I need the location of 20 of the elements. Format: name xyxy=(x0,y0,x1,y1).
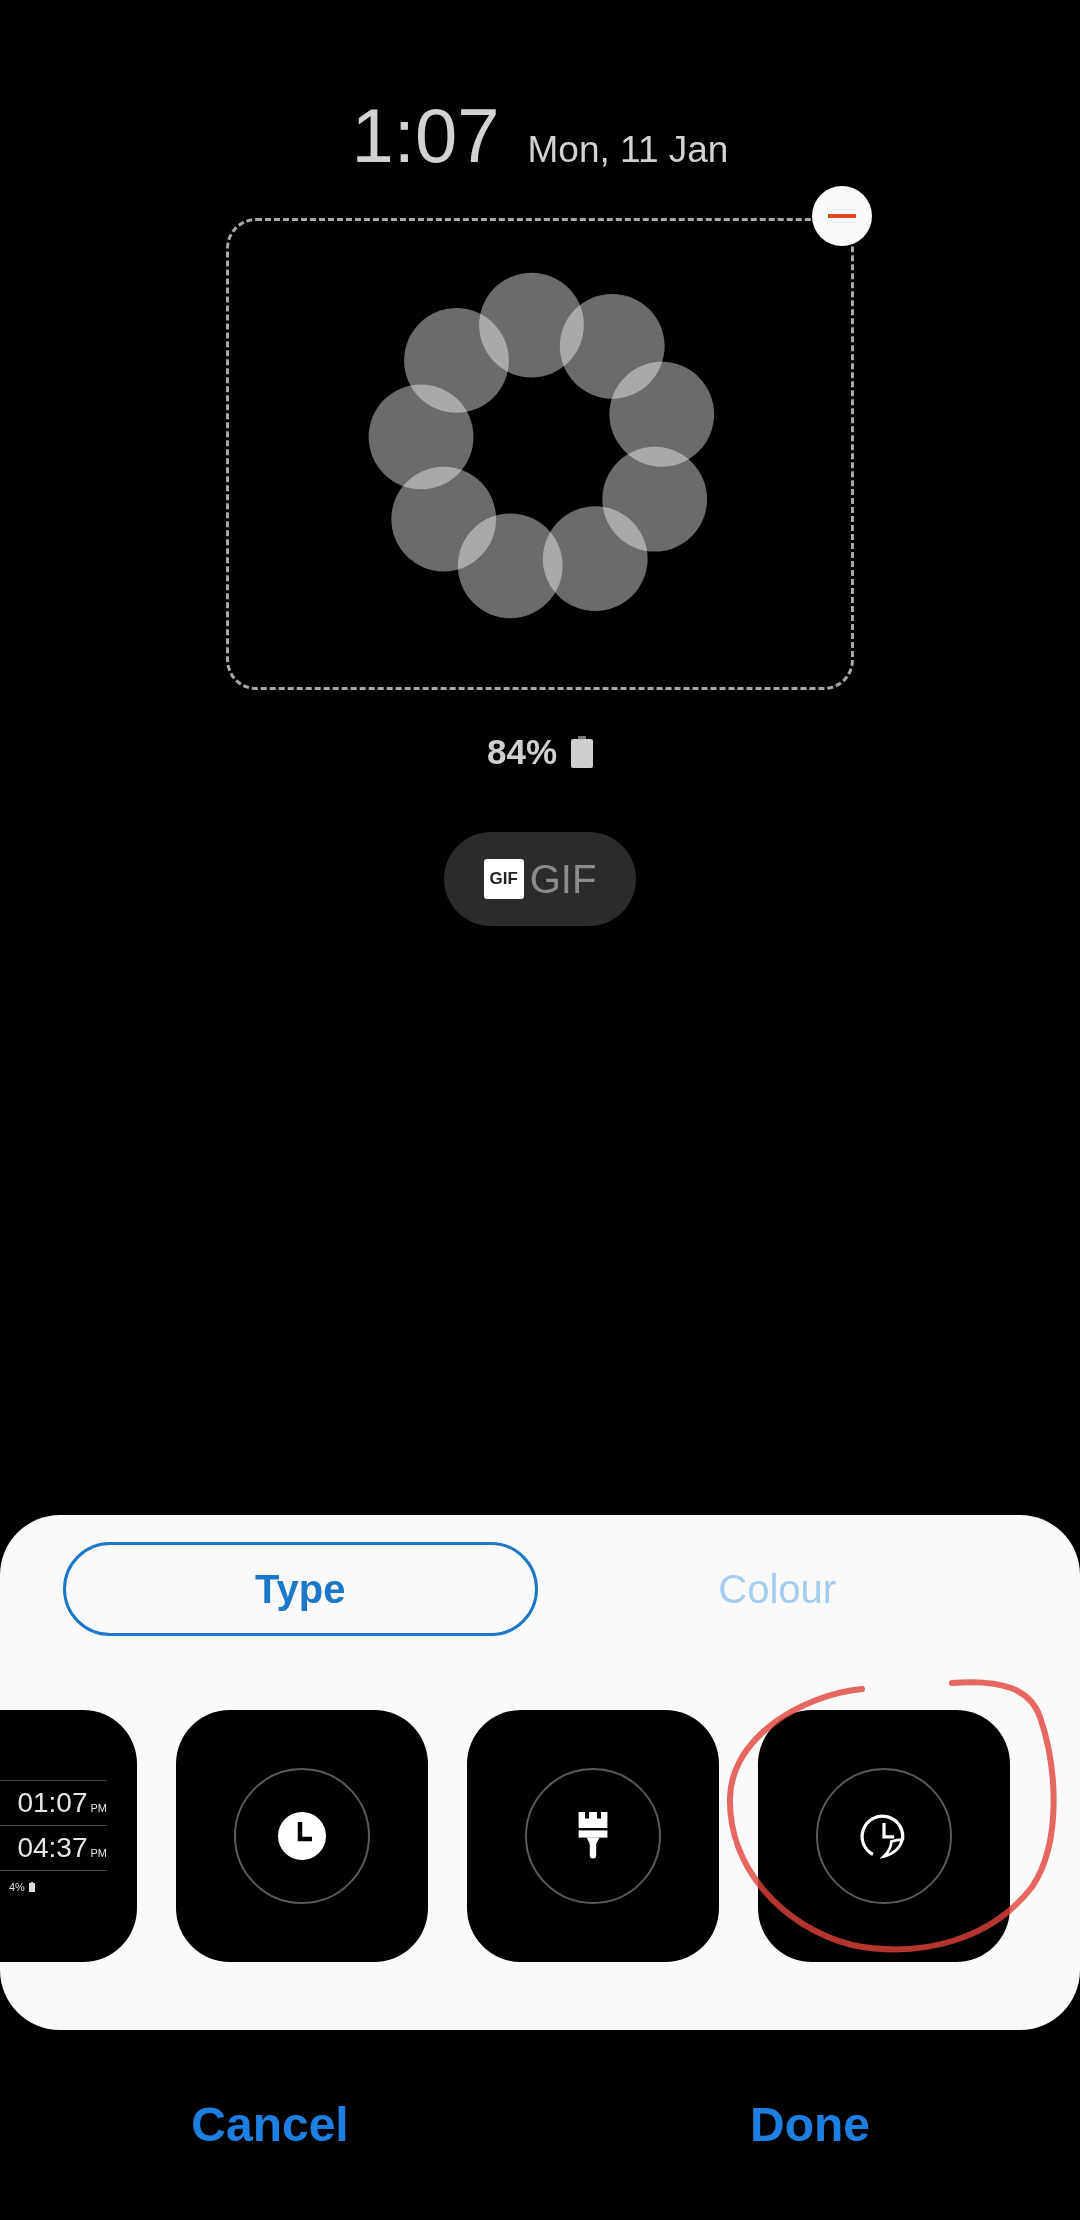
remove-button[interactable] xyxy=(812,186,872,246)
tab[interactable]: Type xyxy=(63,1542,538,1636)
preview-suffix: PM xyxy=(90,1801,107,1814)
preview-battery: 4% xyxy=(9,1880,25,1893)
style-tile[interactable] xyxy=(467,1710,719,1962)
style-tile[interactable]: 01:07 PM 04:37 PM 4% xyxy=(0,1710,137,1962)
battery-icon xyxy=(28,1881,35,1892)
style-tile[interactable] xyxy=(176,1710,428,1962)
battery-level: 84% xyxy=(486,732,558,772)
preview-suffix: PM xyxy=(90,1846,107,1859)
clock-date: Mon, 11 Jan xyxy=(527,129,729,171)
clock-icon xyxy=(278,1812,326,1860)
preview-time: 04:37 xyxy=(17,1831,88,1864)
battery-icon xyxy=(571,736,594,768)
action-button[interactable]: Cancel xyxy=(0,2030,540,2220)
clock-time: 1:07 xyxy=(351,98,500,174)
style-tile[interactable] xyxy=(758,1710,1010,1962)
action-button[interactable]: Done xyxy=(540,2030,1080,2220)
preview-time: 01:07 xyxy=(17,1786,88,1819)
gif-button[interactable]: GIF GIF xyxy=(444,832,636,926)
